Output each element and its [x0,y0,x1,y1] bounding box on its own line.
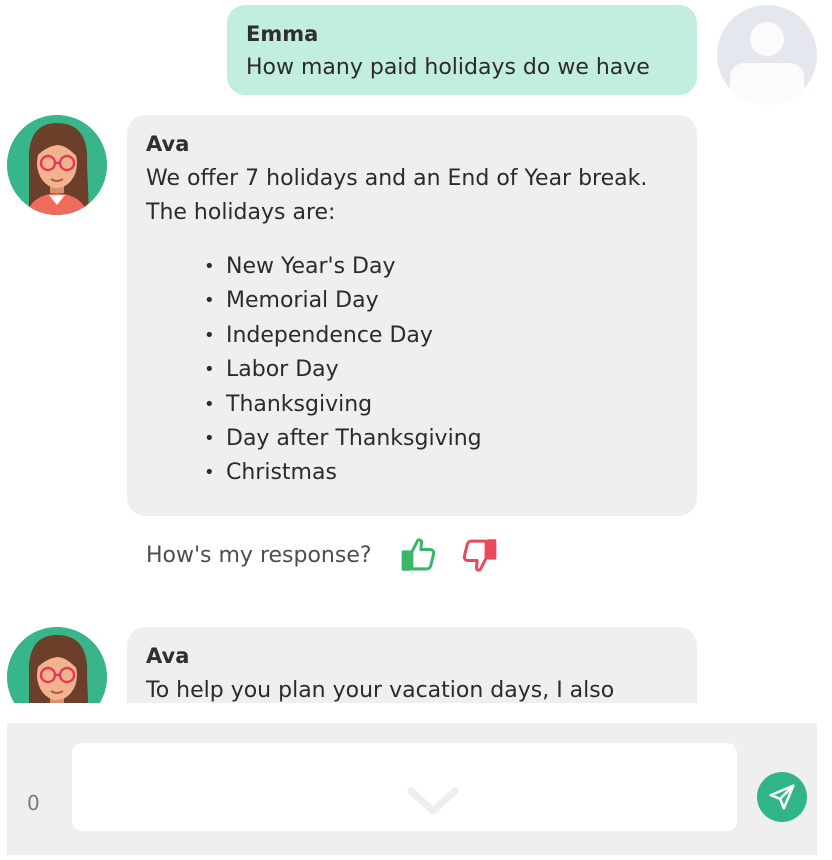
bot-message-bubble: Ava We offer 7 holidays and an End of Ye… [127,115,697,516]
list-item: Day after Thanksgiving [204,422,679,457]
user-avatar [717,5,817,105]
list-item: Independence Day [204,319,679,354]
sender-name: Ava [146,132,190,156]
message-text: How many paid holidays do we have [246,55,650,80]
bot-avatar-illustration [7,627,107,703]
list-item: New Year's Day [204,250,679,285]
list-item: Thanksgiving [204,388,679,423]
chevron-down-icon[interactable] [405,783,461,821]
message-text: We offer 7 holidays and an End of Year b… [146,166,648,225]
holiday-list: New Year's Day Memorial Day Independence… [146,250,679,491]
sender-name: Emma [246,22,319,46]
response-feedback: How's my response? [146,533,498,577]
bot-avatar [7,115,107,215]
message-composer: 0 [7,723,817,855]
bot-message-bubble: Ava To help you plan your vacation days,… [127,627,697,703]
list-item: Labor Day [204,353,679,388]
send-button[interactable] [757,772,807,822]
feedback-prompt: How's my response? [146,542,372,568]
user-message-bubble: Emma How many paid holidays do we have [227,5,697,95]
sender-name: Ava [146,644,190,668]
thumbs-down-icon[interactable] [460,536,498,574]
character-count: 0 [27,791,40,815]
chat-transcript: Emma How many paid holidays do we have A… [0,0,832,703]
bot-avatar [7,627,107,703]
bot-avatar-illustration [7,115,107,215]
send-icon [769,784,795,810]
user-placeholder-body [730,63,804,105]
user-placeholder-icon [750,22,784,56]
list-item: Memorial Day [204,284,679,319]
list-item: Christmas [204,456,679,491]
message-text: To help you plan your vacation days, I a… [146,678,615,703]
thumbs-up-icon[interactable] [400,536,438,574]
